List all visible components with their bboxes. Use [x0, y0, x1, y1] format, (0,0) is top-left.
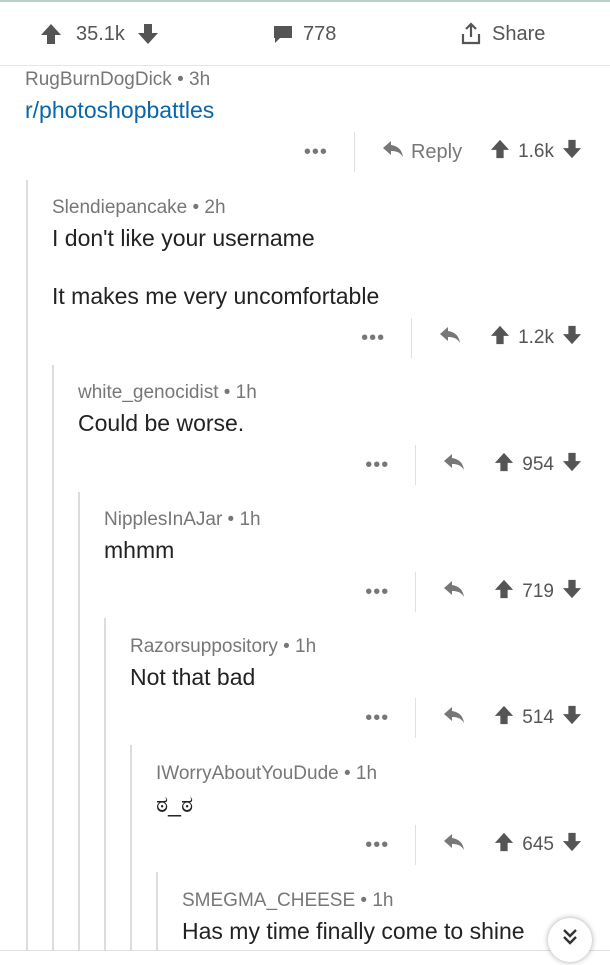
subreddit-link[interactable]: r/photoshopbattles: [25, 97, 214, 124]
reply-button[interactable]: [438, 325, 462, 351]
comment-actions: ••• 514: [365, 698, 582, 738]
vote-count: 954: [522, 454, 554, 475]
comments-button[interactable]: 778: [272, 2, 336, 66]
comment-actions: ••• 954: [365, 445, 582, 485]
comment-meta[interactable]: NipplesInAJar • 1h: [104, 509, 261, 531]
comment-count: 778: [303, 22, 337, 45]
vote-count: 645: [522, 834, 554, 855]
comment-vote-group: 645: [494, 831, 582, 859]
comment-actions: ••• 719: [365, 572, 582, 612]
more-dots-icon[interactable]: •••: [361, 327, 385, 350]
post-upvote-count: 35.1k: [76, 22, 125, 45]
vote-count: 719: [522, 581, 554, 602]
reply-arrow-icon: [442, 452, 466, 478]
comment-body: Has my time finally come to shine: [182, 918, 525, 944]
comment-vote-group: 1.2k: [490, 324, 582, 352]
arrow-up-icon[interactable]: [40, 22, 62, 46]
post-vote-group: 35.1k: [40, 2, 159, 66]
arrow-up-icon[interactable]: [494, 451, 514, 479]
reply-button[interactable]: [442, 579, 466, 605]
vote-count: 1.6k: [518, 141, 554, 162]
arrow-up-icon[interactable]: [490, 138, 510, 166]
arrow-down-icon[interactable]: [562, 704, 582, 732]
comment-body: mhmm: [104, 537, 175, 563]
arrow-down-icon[interactable]: [562, 324, 582, 352]
comment-meta[interactable]: white_genocidist • 1h: [78, 382, 257, 404]
comment-vote-group: 1.6k: [490, 138, 582, 166]
arrow-down-icon[interactable]: [562, 831, 582, 859]
vote-count: 1.2k: [518, 327, 554, 348]
reply-arrow-icon: [438, 325, 462, 351]
comment-body: ಠ_ಠ: [156, 791, 194, 817]
more-dots-icon[interactable]: •••: [304, 141, 328, 164]
comment-meta[interactable]: IWorryAboutYouDude • 1h: [156, 763, 377, 785]
parent-comment-actions: ••• Reply 1.6k: [304, 132, 582, 172]
arrow-up-icon[interactable]: [490, 324, 510, 352]
double-chevron-down-icon: [560, 927, 580, 953]
arrow-down-icon[interactable]: [562, 451, 582, 479]
arrow-up-icon[interactable]: [494, 704, 514, 732]
comment-actions: ••• 645: [365, 825, 582, 865]
share-button[interactable]: Share: [459, 2, 545, 66]
comment-vote-group: 954: [494, 451, 582, 479]
reply-button[interactable]: [442, 452, 466, 478]
comment-meta[interactable]: SMEGMA_CHEESE • 1h: [182, 890, 394, 912]
reply-arrow-icon: [442, 705, 466, 731]
arrow-down-icon[interactable]: [562, 138, 582, 166]
comment-body: Could be worse.: [78, 410, 245, 436]
reply-button[interactable]: [442, 832, 466, 858]
reply-arrow-icon: [381, 139, 405, 165]
thread-rail: [52, 365, 54, 950]
divider: [353, 132, 355, 172]
comment-meta[interactable]: Slendiepancake • 2h: [52, 197, 226, 219]
reply-button[interactable]: [442, 705, 466, 731]
arrow-down-icon[interactable]: [562, 578, 582, 606]
divider: [415, 825, 417, 865]
divider: [411, 318, 413, 358]
share-label: Share: [492, 22, 546, 45]
thread-rail: [104, 618, 106, 950]
divider: [415, 445, 417, 485]
reply-arrow-icon: [442, 579, 466, 605]
comment-actions: ••• 1.2k: [361, 318, 582, 358]
reply-button[interactable]: Reply: [381, 139, 462, 165]
divider: [415, 572, 417, 612]
thread-rail: [78, 492, 80, 950]
comment-bubble-icon: [272, 23, 294, 45]
thread-rail: [156, 872, 158, 950]
thread-rail: [26, 180, 28, 950]
more-dots-icon[interactable]: •••: [365, 454, 389, 477]
comment-vote-group: 719: [494, 578, 582, 606]
comment-vote-group: 514: [494, 704, 582, 732]
vote-count: 514: [522, 707, 554, 728]
reply-arrow-icon: [442, 832, 466, 858]
comment-body: I don't like your username It makes me v…: [52, 225, 380, 309]
more-dots-icon[interactable]: •••: [365, 834, 389, 857]
more-dots-icon[interactable]: •••: [365, 581, 389, 604]
reply-label: Reply: [410, 140, 463, 163]
comment-body: Not that bad: [130, 664, 256, 690]
arrow-up-icon[interactable]: [494, 831, 514, 859]
arrow-up-icon[interactable]: [494, 578, 514, 606]
parent-comment-meta[interactable]: RugBurnDogDick • 3h: [25, 69, 210, 91]
more-dots-icon[interactable]: •••: [365, 707, 389, 730]
share-upload-icon: [459, 22, 483, 46]
divider: [0, 950, 610, 951]
arrow-down-icon[interactable]: [137, 22, 159, 46]
thread-rail: [130, 745, 132, 950]
comment-meta[interactable]: Razorsuppository • 1h: [130, 636, 316, 658]
divider: [415, 698, 417, 738]
post-action-bar: 35.1k 778 Share: [0, 0, 610, 66]
collapse-thread-button[interactable]: [548, 918, 592, 962]
